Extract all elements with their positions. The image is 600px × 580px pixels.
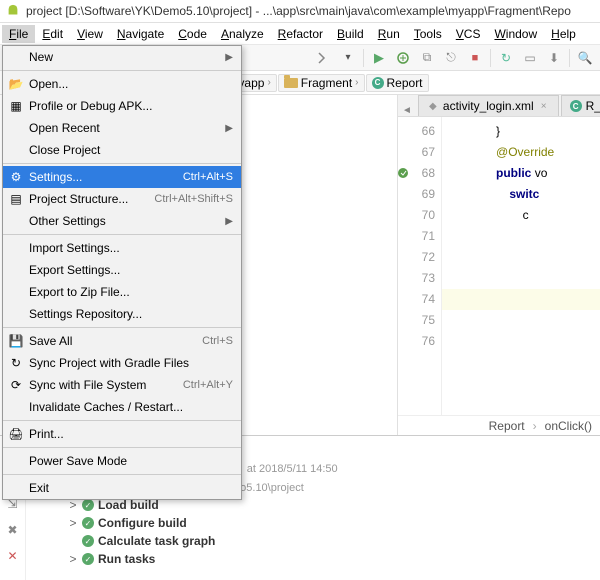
search-button[interactable]: 🔍 [574, 47, 596, 69]
structure-icon: ▤ [7, 191, 25, 207]
menu-item-sync-with-file-system[interactable]: ⟳Sync with File SystemCtrl+Alt+Y [3, 374, 241, 396]
avd-button[interactable]: ▭ [519, 47, 541, 69]
editor-tab[interactable]: CR_report_A [561, 95, 600, 116]
menu-item-project-structure[interactable]: ▤Project Structure...Ctrl+Alt+Shift+S [3, 188, 241, 210]
settings-icon[interactable]: ✖ [5, 522, 21, 538]
file-menu-dropdown: New▶ 📂Open...▦Profile or Debug APK...Open… [2, 45, 242, 500]
menu-item-settings[interactable]: ⚙Settings...Ctrl+Alt+S [3, 166, 241, 188]
profile-button[interactable]: ⧉ [416, 47, 438, 69]
menu-analyze[interactable]: Analyze [214, 25, 271, 43]
build-node[interactable]: >✓Run tasks [32, 550, 594, 568]
menu-item-open[interactable]: 📂Open... [3, 73, 241, 95]
menu-item-export-to-zip-file[interactable]: Export to Zip File... [3, 281, 241, 303]
save-icon: 💾 [7, 333, 25, 349]
apk-icon: ▦ [7, 98, 25, 114]
editor-tabs: ◄ ◆activity_login.xml×CR_report_A [398, 95, 600, 117]
build-node[interactable]: ✓Calculate task graph [32, 532, 594, 550]
twisty-icon[interactable] [68, 534, 78, 548]
menu-item-export-settings[interactable]: Export Settings... [3, 259, 241, 281]
debug-button[interactable] [392, 47, 414, 69]
blank-icon [7, 306, 25, 322]
menu-item-exit[interactable]: Exit [3, 477, 241, 499]
blank-icon [7, 120, 25, 136]
blank-icon [7, 453, 25, 469]
sdk-button[interactable]: ⬇ [543, 47, 565, 69]
blank-icon [7, 240, 25, 256]
menu-vcs[interactable]: VCS [449, 25, 488, 43]
menu-file[interactable]: File [2, 25, 35, 43]
device-selector[interactable]: ▾ [337, 47, 359, 69]
title-bar: project [D:\Software\YK\Demo5.10\project… [0, 0, 600, 23]
sync-icon: ↻ [7, 355, 25, 371]
menu-run[interactable]: Run [371, 25, 407, 43]
crumb-method[interactable]: onClick() [545, 419, 592, 433]
status-ok-icon: ✓ [82, 535, 94, 547]
blank-icon [7, 49, 25, 65]
menu-item-invalidate-caches-restart[interactable]: Invalidate Caches / Restart... [3, 396, 241, 418]
run-button[interactable]: ▶ [368, 47, 390, 69]
tab-scroll-left-icon[interactable]: ◄ [398, 105, 416, 116]
menu-refactor[interactable]: Refactor [271, 25, 330, 43]
blank-icon [7, 142, 25, 158]
window-title: project [D:\Software\YK\Demo5.10\project… [26, 4, 571, 18]
blank-icon [7, 213, 25, 229]
blank-icon [7, 284, 25, 300]
crumb-class[interactable]: Report [489, 419, 525, 433]
app-logo-icon [6, 4, 20, 18]
menu-item-open-recent[interactable]: Open Recent▶ [3, 117, 241, 139]
blank-icon [7, 399, 25, 415]
status-ok-icon: ✓ [82, 499, 94, 511]
editor-tab[interactable]: ◆activity_login.xml× [418, 95, 559, 116]
menu-item-settings-repository[interactable]: Settings Repository... [3, 303, 241, 325]
menu-item-sync-project-with-gradle-files[interactable]: ↻Sync Project with Gradle Files [3, 352, 241, 374]
close-tab-icon[interactable]: × [538, 100, 550, 112]
menu-item-close-project[interactable]: Close Project [3, 139, 241, 161]
menu-bar: FileEditViewNavigateCodeAnalyzeRefactorB… [0, 23, 600, 45]
settings-icon: ⚙ [7, 169, 25, 185]
menu-help[interactable]: Help [544, 25, 583, 43]
menu-build[interactable]: Build [330, 25, 371, 43]
menu-item-profile-or-debug-apk[interactable]: ▦Profile or Debug APK... [3, 95, 241, 117]
editor-breadcrumb: Report › onClick() [398, 415, 600, 435]
menu-tools[interactable]: Tools [407, 25, 449, 43]
print-icon: 🖨 [7, 426, 25, 442]
stop-button[interactable]: ■ [464, 47, 486, 69]
status-ok-icon: ✓ [82, 517, 94, 529]
menu-item-import-settings[interactable]: Import Settings... [3, 237, 241, 259]
crumb-fragment[interactable]: Fragment› [278, 74, 365, 92]
menu-item-other-settings[interactable]: Other Settings▶ [3, 210, 241, 232]
menu-edit[interactable]: Edit [35, 25, 70, 43]
refresh-icon: ⟳ [7, 377, 25, 393]
make-button[interactable] [313, 47, 335, 69]
twisty-icon[interactable]: > [68, 516, 78, 530]
menu-item-print[interactable]: 🖨Print... [3, 423, 241, 445]
blank-icon [7, 480, 25, 496]
twisty-icon[interactable]: > [68, 498, 78, 512]
line-gutter: 6667686970717273747576 [398, 117, 442, 415]
attach-button[interactable]: ⎋ [440, 47, 462, 69]
sync-button[interactable]: ↻ [495, 47, 517, 69]
build-node[interactable]: >✓Configure build [32, 514, 594, 532]
override-marker-icon[interactable] [398, 166, 410, 180]
menu-code[interactable]: Code [171, 25, 214, 43]
menu-item-new[interactable]: New▶ [3, 46, 241, 68]
menu-navigate[interactable]: Navigate [110, 25, 171, 43]
menu-view[interactable]: View [70, 25, 110, 43]
editor-panel: ◄ ◆activity_login.xml×CR_report_A 666768… [398, 95, 600, 435]
close-icon[interactable]: ✕ [5, 548, 21, 564]
blank-icon [7, 262, 25, 278]
status-ok-icon: ✓ [82, 553, 94, 565]
menu-window[interactable]: Window [487, 25, 544, 43]
menu-item-power-save-mode[interactable]: Power Save Mode [3, 450, 241, 472]
code-area[interactable]: } @Override public vo switc c [442, 117, 600, 415]
crumb-report[interactable]: CReport [366, 74, 429, 92]
editor-body[interactable]: 6667686970717273747576 } @Override publi… [398, 117, 600, 415]
open-icon: 📂 [7, 76, 25, 92]
twisty-icon[interactable]: > [68, 552, 78, 566]
menu-item-save-all[interactable]: 💾Save AllCtrl+S [3, 330, 241, 352]
